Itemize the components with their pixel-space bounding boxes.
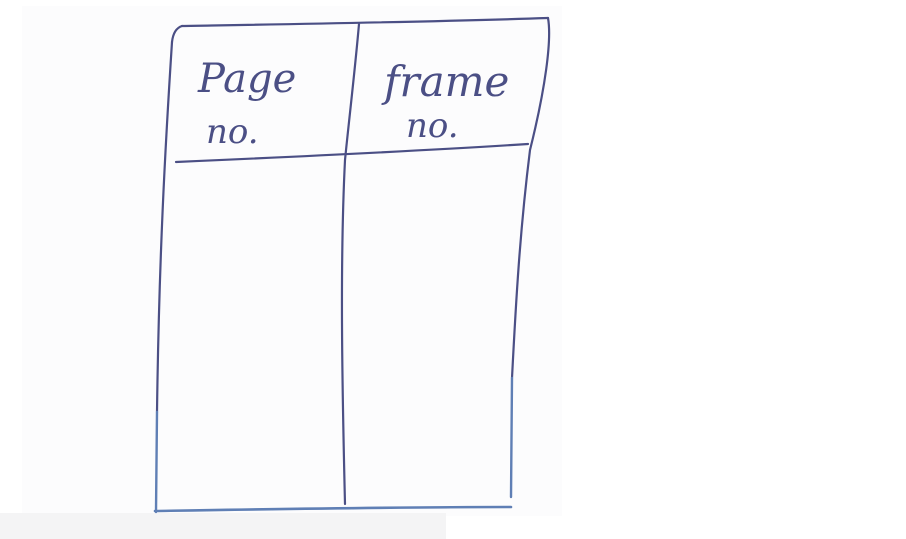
header-frame-label: frame: [381, 57, 509, 106]
table-right-border: [510, 16, 551, 380]
whiteboard-canvas: Page no. frame no.: [0, 0, 906, 539]
page-table-drawing: Page no. frame no.: [153, 16, 551, 514]
header-page-label: Page: [197, 56, 296, 102]
column-divider: [340, 22, 361, 506]
table-left-border: [155, 40, 174, 414]
table-left-border-lower: [154, 410, 159, 514]
table-top-left-corner: [170, 24, 184, 44]
table-right-border-lower: [509, 376, 514, 499]
header-page-sublabel: no.: [206, 112, 259, 152]
header-frame-sublabel: no.: [406, 106, 459, 146]
table-bottom-border: [153, 505, 513, 513]
table-top-border: [180, 16, 550, 28]
